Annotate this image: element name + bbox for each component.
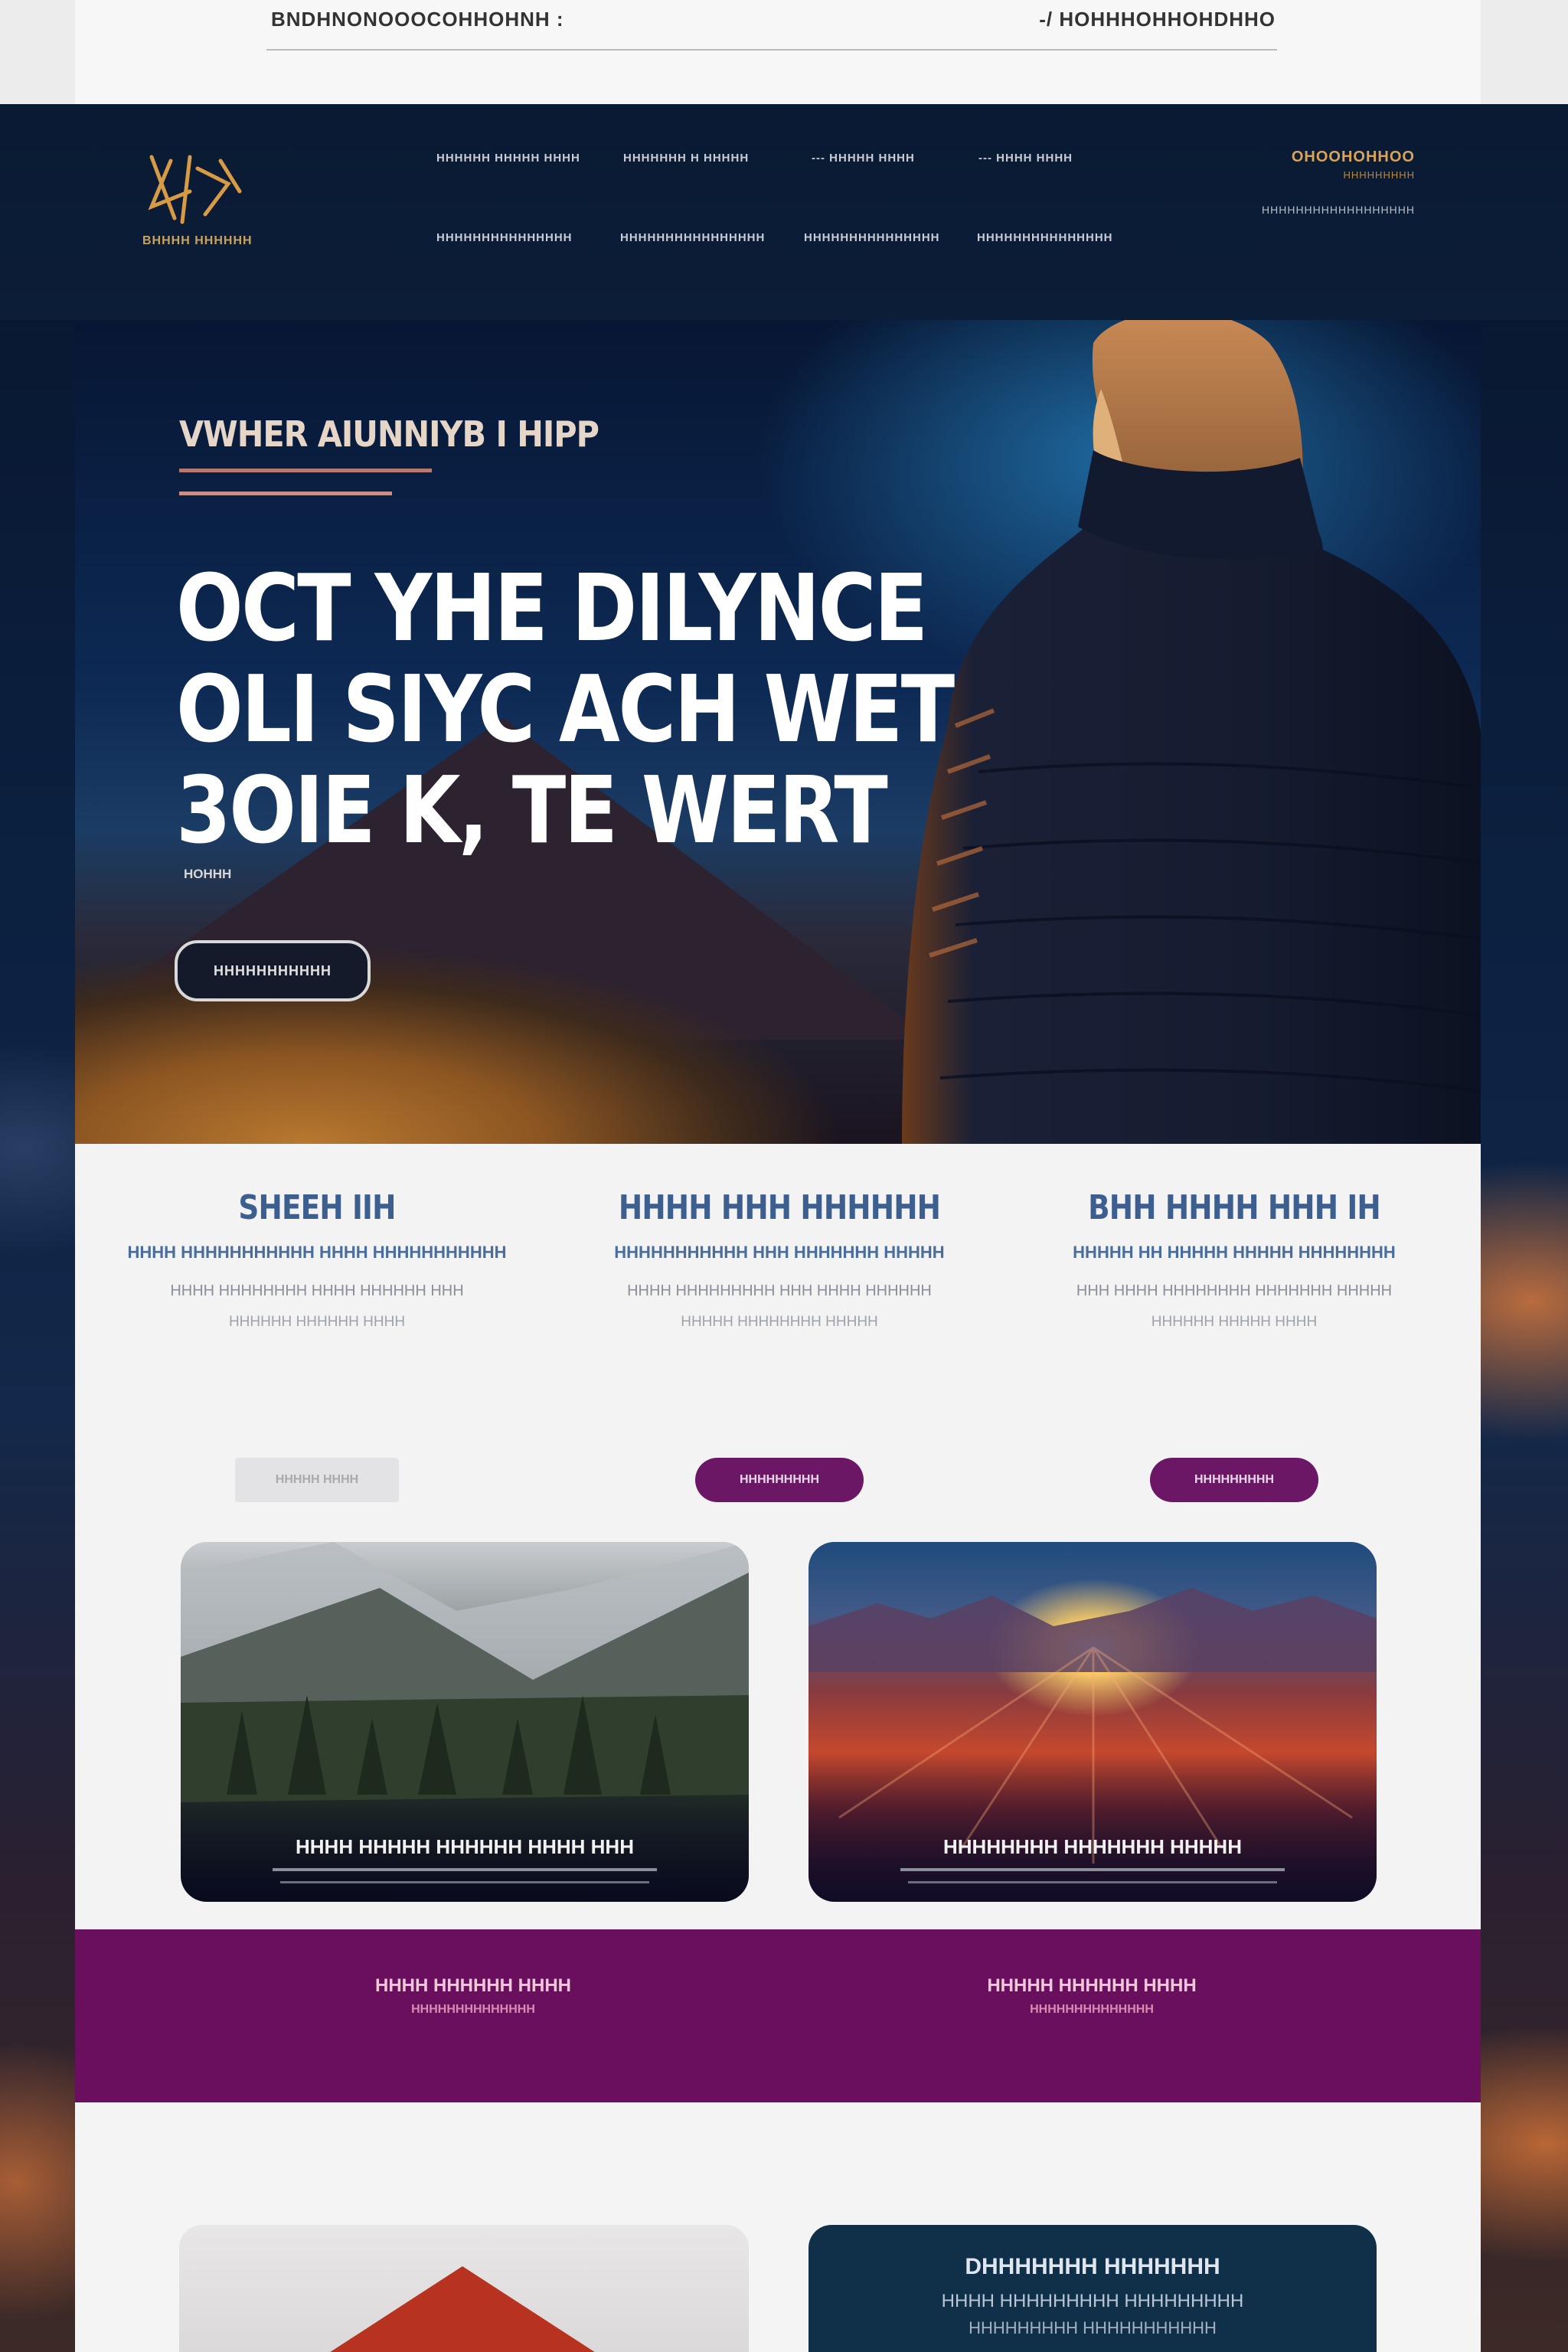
nav-item-5[interactable]: HHHHHHHHHHHHHHH: [436, 231, 573, 244]
card-1-divider: [273, 1868, 657, 1871]
nav-item-3[interactable]: --- HHHHH HHHH: [812, 152, 915, 165]
top-bar-left-text: BNDHNONOOOCOHHOHNH :: [271, 8, 564, 31]
brand-tagline: BHHHH HHHHHH: [142, 234, 253, 247]
header-contact-subtitle: HHHHHHHHH: [1343, 169, 1415, 181]
info-card-title: DHHHHHHH HHHHHHH: [965, 2254, 1220, 2279]
image-card-forest[interactable]: HHHH HHHHH HHHHHH HHHH HHH: [181, 1542, 749, 1902]
feature-3-subtitle: HHHHH HH HHHHH HHHHH HHHHHHHH: [1073, 1243, 1396, 1262]
nav-item-4[interactable]: --- HHHH HHHH: [978, 152, 1073, 165]
nav-item-1[interactable]: HHHHHH HHHHH HHHH: [436, 152, 580, 165]
feature-3-text: HHH HHHH HHHHHHHH HHHHHHH HHHHH: [1076, 1282, 1393, 1299]
feature-2-text-2: HHHHH HHHHHHHH HHHHH: [681, 1314, 878, 1330]
band-item-2-subtitle: HHHHHHHHHHHHHH: [1030, 2003, 1154, 2016]
card-2-divider: [900, 1868, 1285, 1871]
info-card[interactable]: DHHHHHHH HHHHHHH HHHH HHHHHHHHH HHHHHHHH…: [808, 2225, 1377, 2352]
feature-2: HHHH HHH HHHHHH HHHHHHHHHHH HHH HHHHHHH …: [580, 1188, 978, 1502]
bottom-section: DHHHHHHH HHHHHHH HHHH HHHHHHHHH HHHHHHHH…: [75, 2102, 1481, 2352]
info-card-text: HHHH HHHHHHHHH HHHHHHHHH: [941, 2291, 1244, 2311]
hero-cta-button[interactable]: HHHHHHHHHHH: [175, 940, 371, 1001]
nav-item-7[interactable]: HHHHHHHHHHHHHHH: [804, 231, 940, 244]
header-contact[interactable]: OHOOHOHHOO HHHHHHHHH HHHHHHHHHHHHHHHHHH: [1262, 149, 1415, 216]
header-contact-link[interactable]: HHHHHHHHHHHHHHHHHH: [1262, 204, 1415, 216]
feature-1-button[interactable]: HHHHH HHHH: [235, 1458, 399, 1502]
hero-headline-line-3: 3OIE K, TE WERT: [176, 758, 888, 864]
feature-1: SHEEH IIH HHHH HHHHHHHHHHH HHHH HHHHHHHH…: [118, 1188, 516, 1502]
feature-2-button[interactable]: HHHHHHHHH: [695, 1458, 864, 1502]
features-section: SHEEH IIH HHHH HHHHHHHHHHH HHHH HHHHHHHH…: [75, 1144, 1481, 1929]
band-item-1[interactable]: HHHH HHHHHH HHHH HHHHHHHHHHHHHH: [282, 1975, 665, 2017]
image-card-sunset[interactable]: HHHHHHHH HHHHHHH HHHHH: [808, 1542, 1377, 1902]
feature-2-subtitle: HHHHHHHHHHH HHH HHHHHHH HHHHH: [614, 1243, 945, 1262]
hero-headline: OCT YHE DILYNCE OLI SIYC ACH WET 3OIE K,…: [176, 556, 955, 864]
highlight-band: HHHH HHHHHH HHHH HHHHHHHHHHHHHH HHHHH HH…: [75, 1929, 1481, 2102]
hero-headline-line-1: OCT YHE DILYNCE: [176, 556, 928, 662]
hero-section: VWHER AIUNNIYB I HIPP OCT YHE DILYNCE OL…: [75, 320, 1481, 1144]
feature-3: BHH HHHH HHH IH HHHHH HH HHHHH HHHHH HHH…: [1035, 1188, 1433, 1502]
feature-1-subtitle: HHHH HHHHHHHHHHH HHHH HHHHHHHHHHH: [127, 1243, 507, 1262]
hero-eyebrow-underline: [179, 469, 432, 472]
feature-1-text-2: HHHHHH HHHHHH HHHH: [228, 1314, 406, 1330]
top-bar-right-text: -/ HOHHHOHHOHDHHO: [1039, 8, 1276, 31]
nav-item-6[interactable]: HHHHHHHHHHHHHHHH: [620, 231, 765, 244]
feature-1-text: HHHH HHHHHHHH HHHH HHHHHH HHH: [170, 1282, 464, 1299]
band-item-2[interactable]: HHHHH HHHHHH HHHH HHHHHHHHHHHHHH: [900, 1975, 1283, 2017]
feature-3-title: BHH HHHH HHH IH: [1088, 1188, 1381, 1227]
header-contact-title: OHOOHOHHOO: [1291, 149, 1415, 165]
nav-item-2[interactable]: HHHHHHH H HHHHH: [623, 152, 749, 165]
hero-eyebrow-underline-2: [179, 492, 392, 495]
band-item-1-title: HHHH HHHHHH HHHH: [375, 1975, 571, 1996]
feature-2-title: HHHH HHH HHHHHH: [618, 1188, 941, 1227]
feature-1-title: SHEEH IIH: [238, 1188, 396, 1227]
hero-eyebrow: VWHER AIUNNIYB I HIPP: [179, 413, 599, 455]
feature-2-text: HHHH HHHHHHHHH HHH HHHH HHHHHH: [627, 1282, 932, 1299]
card-1-caption: HHHH HHHHH HHHHHH HHHH HHH: [296, 1835, 634, 1858]
brand-logo-icon[interactable]: [136, 145, 251, 230]
feature-3-text-2: HHHHHH HHHHH HHHH: [1151, 1314, 1318, 1330]
top-bar-divider: [266, 49, 1277, 51]
top-bar: BNDHNONOOOCOHHOHNH : -/ HOHHHOHHOHDHHO: [0, 0, 1568, 104]
site-header: BHHHH HHHHHH HHHHHH HHHHH HHHH HHHHHHH H…: [0, 104, 1568, 320]
band-item-2-title: HHHHH HHHHHH HHHH: [987, 1975, 1197, 1996]
band-item-1-subtitle: HHHHHHHHHHHHHH: [411, 2003, 535, 2016]
hero-headline-line-2: OLI SIYC ACH WET: [176, 657, 955, 763]
red-roof-image: [179, 2266, 746, 2352]
info-card-text-2: HHHHHHHHH HHHHHHHHHHH: [969, 2318, 1217, 2337]
card-2-caption: HHHHHHHH HHHHHHH HHHHH: [943, 1835, 1242, 1858]
top-bar-inner: BNDHNONOOOCOHHOHNH : -/ HOHHHOHHOHDHHO: [75, 0, 1481, 104]
image-card-roof[interactable]: [179, 2225, 749, 2352]
feature-3-button[interactable]: HHHHHHHHH: [1150, 1458, 1318, 1502]
card-2-divider-2: [908, 1881, 1277, 1883]
nav-item-8[interactable]: HHHHHHHHHHHHHHH: [977, 231, 1113, 244]
hero-tag: HOHHH: [184, 867, 232, 881]
card-1-divider-2: [280, 1881, 649, 1883]
main-nav: HHHHHH HHHHH HHHH HHHHHHH H HHHHH --- HH…: [436, 152, 1125, 259]
